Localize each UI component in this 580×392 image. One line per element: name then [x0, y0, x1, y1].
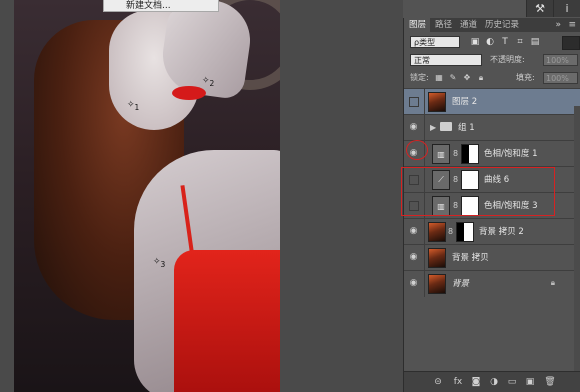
- eye-icon[interactable]: ◉: [408, 226, 419, 237]
- lock-label: 锁定:: [410, 73, 429, 82]
- collapse-icon[interactable]: »: [555, 18, 561, 32]
- lock-position-icon[interactable]: ✥: [462, 73, 472, 83]
- filter-toggle-switch[interactable]: [562, 36, 580, 50]
- divider: [424, 89, 425, 115]
- layer-name: 背景 拷贝: [452, 253, 489, 263]
- fill-field[interactable]: 100%: [543, 72, 578, 84]
- eye-icon[interactable]: ◉: [408, 252, 419, 263]
- panel-tabs: 图层 路径 通道 历史记录 » ≡: [404, 18, 580, 32]
- layer-row[interactable]: ◉ ▥ 8 色相/饱和度 1: [404, 140, 580, 167]
- folder-icon: [440, 122, 452, 131]
- link-icon[interactable]: 8: [453, 149, 458, 158]
- annotation-circle: [406, 140, 428, 160]
- layer-mask-thumbnail[interactable]: [456, 222, 474, 242]
- lock-all-icon[interactable]: 🔒︎: [476, 73, 486, 83]
- color-sampler-marker-3[interactable]: ✧3: [153, 257, 165, 269]
- lips: [172, 86, 206, 100]
- kind-filter-select[interactable]: ρ类型: [410, 36, 460, 48]
- color-sampler-marker-1[interactable]: ✧1: [127, 100, 139, 112]
- blend-row: 正常 不透明度: 100%: [410, 54, 578, 68]
- canvas-area: ✧1 ✧2 ✧3 新建文档...: [0, 0, 403, 392]
- eye-icon[interactable]: ◉: [408, 122, 419, 133]
- layer-thumbnail: [428, 274, 446, 294]
- layer-thumbnail: [428, 222, 446, 242]
- trash-icon[interactable]: 🗑︎: [544, 376, 556, 388]
- expand-triangle-icon[interactable]: ▶: [430, 115, 436, 141]
- layer-thumbnail: [428, 248, 446, 268]
- hue-saturation-icon: ▥: [432, 144, 450, 164]
- eye-icon[interactable]: ◉: [408, 278, 419, 289]
- adjustment-filter-icon[interactable]: ◐: [485, 37, 495, 47]
- tool-preset-icon[interactable]: ⚒: [526, 0, 553, 17]
- opacity-field[interactable]: 100%: [543, 54, 578, 66]
- divider: [424, 115, 425, 141]
- lock-row: 锁定: ▦ ✎ ✥ 🔒︎ 填充: 100%: [410, 72, 578, 86]
- fx-icon[interactable]: fx: [452, 376, 464, 388]
- layer-name: 色相/饱和度 1: [484, 149, 538, 159]
- layer-row[interactable]: ◉ ▶ 组 1: [404, 114, 580, 141]
- tool-strip: ⚒ i: [403, 0, 580, 18]
- shape-filter-icon[interactable]: ⌗: [515, 37, 525, 47]
- panel-bottom-bar: ⊝ fx ◙ ◑ ▭ ▣ 🗑︎: [404, 371, 580, 392]
- red-dress: [174, 250, 280, 392]
- color-sampler-marker-2[interactable]: ✧2: [202, 76, 214, 88]
- layer-name: 图层 2: [452, 97, 478, 107]
- scrollbar[interactable]: [574, 106, 580, 372]
- type-filter-icon[interactable]: T: [500, 37, 510, 47]
- layer-name: 背景 拷贝 2: [479, 227, 524, 237]
- tab-history[interactable]: 历史记录: [481, 18, 531, 32]
- tab-paths[interactable]: 路径: [431, 18, 455, 32]
- lock-image-icon[interactable]: ✎: [448, 73, 458, 83]
- blend-mode-select[interactable]: 正常: [410, 54, 482, 66]
- tab-layers[interactable]: 图层: [404, 18, 430, 32]
- tab-channels[interactable]: 通道: [456, 18, 480, 32]
- layer-row[interactable]: ◉ 背景 🔒︎: [404, 270, 580, 297]
- layer-row[interactable]: ◉ 8 背景 拷贝 2: [404, 218, 580, 245]
- visibility-toggle[interactable]: [409, 97, 419, 107]
- info-icon[interactable]: i: [553, 0, 580, 17]
- layer-row[interactable]: ◉ 背景 拷贝: [404, 244, 580, 271]
- new-layer-icon[interactable]: ▣: [524, 376, 536, 388]
- pixel-filter-icon[interactable]: ▣: [470, 37, 480, 47]
- divider: [424, 245, 425, 271]
- layer-row[interactable]: 图层 2: [404, 88, 580, 115]
- lock-transparent-icon[interactable]: ▦: [434, 73, 444, 83]
- panel-menu-icon[interactable]: ≡: [568, 18, 576, 32]
- new-group-icon[interactable]: ▭: [506, 376, 518, 388]
- opacity-label: 不透明度:: [490, 55, 525, 64]
- layer-name: 组 1: [458, 123, 475, 133]
- lock-icon: 🔒︎: [550, 278, 555, 287]
- filter-row: ρ类型 ▣ ◐ T ⌗ ▤: [410, 36, 580, 50]
- divider: [424, 219, 425, 245]
- annotation-box: [401, 167, 555, 216]
- layer-mask-thumbnail[interactable]: [461, 144, 479, 164]
- fill-label: 填充:: [516, 73, 535, 82]
- document-image[interactable]: ✧1 ✧2 ✧3: [14, 0, 280, 392]
- link-layers-icon[interactable]: ⊝: [432, 376, 444, 388]
- new-document-menu-item[interactable]: 新建文档...: [103, 0, 219, 12]
- layer-name: 背景: [452, 279, 470, 289]
- layer-thumbnail: [428, 92, 446, 112]
- divider: [424, 271, 425, 297]
- link-icon[interactable]: 8: [448, 227, 453, 236]
- smart-object-filter-icon[interactable]: ▤: [530, 37, 540, 47]
- new-adjustment-icon[interactable]: ◑: [488, 376, 500, 388]
- add-mask-icon[interactable]: ◙: [470, 376, 482, 388]
